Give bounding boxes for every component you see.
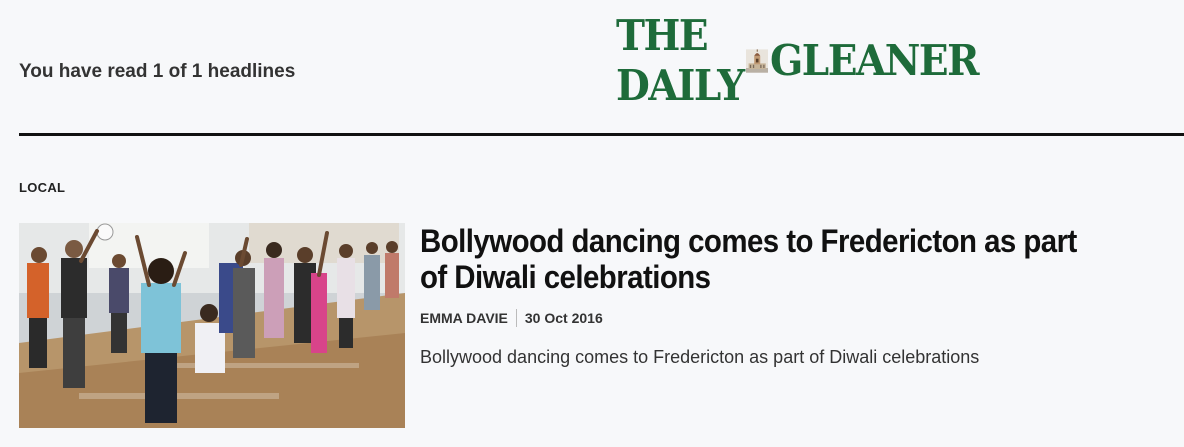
headline-read-counter: You have read 1 of 1 headlines — [19, 61, 296, 82]
site-header: You have read 1 of 1 headlines THE DAILY… — [0, 0, 1184, 136]
article-summary: Bollywood dancing comes to Fredericton a… — [420, 347, 980, 367]
byline-divider — [515, 309, 517, 327]
article-date: 30 Oct 2016 — [524, 310, 603, 326]
building-crest-icon — [745, 48, 768, 73]
logo-text-left: THE DAILY — [616, 10, 745, 111]
header-divider — [19, 133, 1184, 136]
article-thumbnail[interactable] — [19, 223, 405, 428]
article-byline: EMMA DAVIE 30 Oct 2016 — [420, 309, 603, 327]
article-author[interactable]: EMMA DAVIE — [420, 310, 508, 326]
article-card: Bollywood dancing comes to Fredericton a… — [19, 223, 1169, 428]
logo-text-right: GLEANER — [770, 35, 980, 86]
section-label[interactable]: LOCAL — [19, 180, 65, 195]
article-headline[interactable]: Bollywood dancing comes to Fredericton a… — [420, 223, 1101, 295]
site-logo[interactable]: THE DAILY GLEANER — [616, 11, 980, 110]
